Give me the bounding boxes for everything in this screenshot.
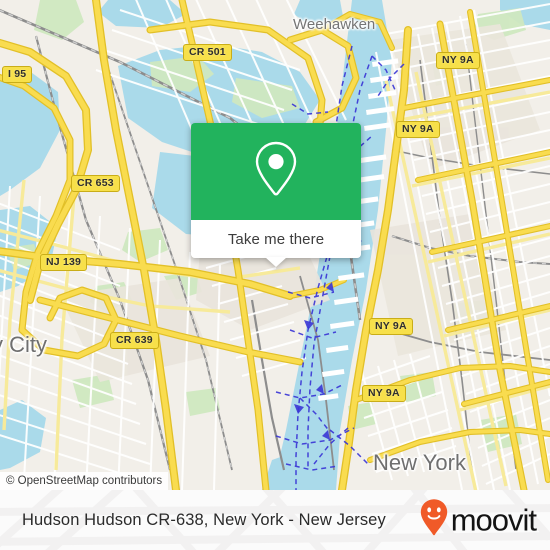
place-label-weehawken: Weehawken [293,16,376,33]
route-shield: NY 9A [362,385,406,402]
route-shield: NY 9A [396,121,440,138]
take-me-there-label: Take me there [227,230,325,248]
map-canvas[interactable]: CR 501 NY 9A NY 9A I 95 CR 653 NJ 139 CR… [0,0,550,490]
moovit-map-screenshot: CR 501 NY 9A NY 9A I 95 CR 653 NJ 139 CR… [0,0,550,550]
route-shield: CR 653 [71,175,120,192]
moovit-smiling-pin-icon [420,499,448,542]
location-title: Hudson Hudson CR-638, New York - New Jer… [22,510,386,529]
place-label-new-york: New York [373,450,466,475]
map-pin-icon [253,140,299,203]
card-header [191,123,361,220]
route-shield: NY 9A [436,52,480,69]
footer-bar: Hudson Hudson CR-638, New York - New Jer… [0,490,550,550]
destination-card[interactable]: Take me there [191,123,361,267]
route-shield: NY 9A [369,318,413,335]
moovit-brand[interactable]: moovit [420,499,537,542]
route-shield: NJ 139 [40,254,88,271]
route-shield: CR 639 [110,332,159,349]
card-footer[interactable]: Take me there [191,220,361,267]
route-shield: CR 501 [183,44,232,61]
moovit-wordmark: moovit [450,502,537,538]
place-label-jersey-city: y City [0,332,47,357]
route-shield: I 95 [2,66,33,83]
osm-attribution[interactable]: © OpenStreetMap contributors [0,472,169,490]
card-pointer-tail [265,257,287,267]
